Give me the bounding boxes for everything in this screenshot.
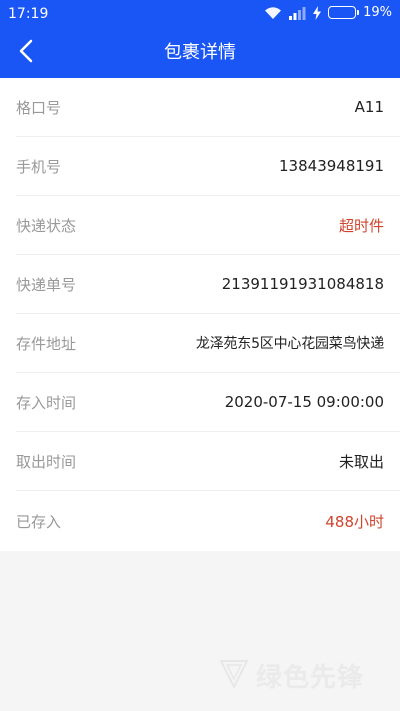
signal-icon [288,6,306,20]
header: 包裹详情 [0,28,400,78]
duration-label: 已存入 [16,512,62,531]
detail-row-pickup-time: 取出时间 未取出 [16,432,400,491]
status-time: 17:19 [8,6,49,22]
detail-row-duration: 已存入 488小时 [16,491,400,551]
watermark-logo-icon [218,657,250,693]
detail-row-phone: 手机号 13843948191 [16,137,400,196]
status-icons: 19% [264,5,392,20]
address-label: 存件地址 [16,334,77,353]
detail-row-stored-time: 存入时间 2020-07-15 09:00:00 [16,373,400,432]
status-bar: 17:19 19% [0,0,400,28]
pickup-time-label: 取出时间 [16,452,77,471]
tracking-number-value: 21391191931084818 [221,275,384,293]
detail-row-address: 存件地址 龙泽苑东5区中心花园菜鸟快递 [16,314,400,373]
address-value: 龙泽苑东5区中心花园菜鸟快递 [195,336,384,352]
phone-label: 手机号 [16,157,62,176]
detail-row-slot: 格口号 A11 [16,78,400,137]
watermark: 绿色先锋 [218,650,388,700]
battery-level: 19% [363,5,392,20]
pickup-time-value: 未取出 [338,452,384,471]
charging-icon [312,5,322,20]
duration-value: 488小时 [325,512,384,531]
status-value: 超时件 [338,216,384,235]
detail-row-status: 快递状态 超时件 [16,196,400,255]
slot-label: 格口号 [16,98,62,117]
stored-time-label: 存入时间 [16,393,77,412]
stored-time-value: 2020-07-15 09:00:00 [224,393,384,411]
detail-row-tracking: 快递单号 21391191931084818 [16,255,400,314]
status-label: 快递状态 [16,216,77,235]
wifi-icon [264,6,282,20]
phone-value: 13843948191 [279,157,384,175]
page-title: 包裹详情 [164,42,236,63]
watermark-text: 绿色先锋 [256,662,365,693]
slot-value: A11 [354,98,384,116]
battery-icon: 19% [328,5,392,20]
package-detail-list: 格口号 A11 手机号 13843948191 快递状态 超时件 快递单号 21… [0,78,400,551]
tracking-number-label: 快递单号 [16,275,77,294]
